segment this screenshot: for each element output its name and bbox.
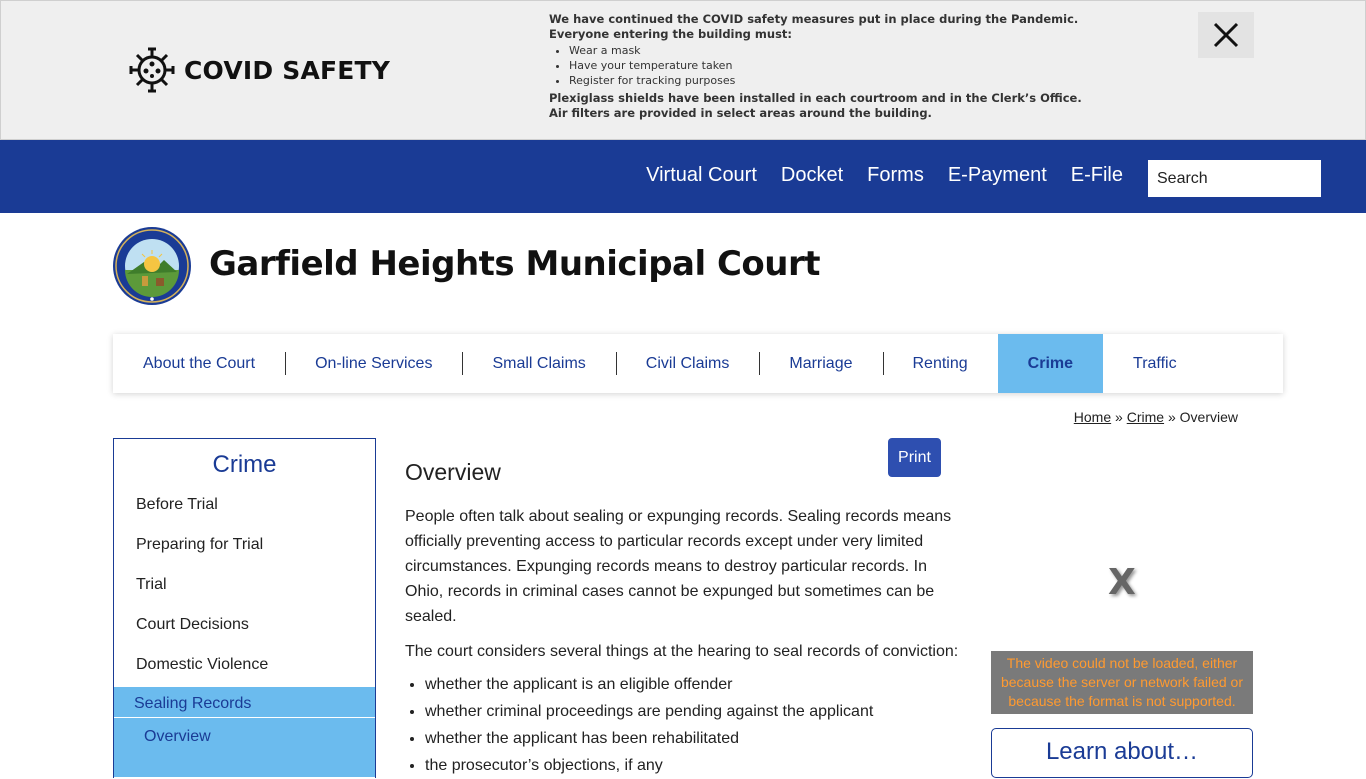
close-icon	[1213, 22, 1239, 48]
main-nav-crime[interactable]: Crime	[997, 334, 1104, 393]
virus-icon	[129, 47, 175, 93]
covid-intro-2: Everyone entering the building must:	[549, 27, 793, 41]
covid-logo: COVID SAFETY	[128, 46, 390, 94]
print-button[interactable]: Print	[888, 438, 941, 477]
learn-about-box: Learn about…	[991, 728, 1253, 778]
list-item: Wear a mask	[569, 43, 1109, 58]
sidebar-item-trial[interactable]: Trial	[114, 565, 375, 605]
covid-title: COVID SAFETY	[184, 55, 391, 85]
covid-note: Plexiglass shields have been installed i…	[549, 91, 1082, 105]
sidebar-item-sealing-records[interactable]: Sealing Records	[114, 687, 375, 717]
close-banner-button[interactable]	[1198, 12, 1254, 58]
sidebar-item-preparing-for-trial[interactable]: Preparing for Trial	[114, 525, 375, 565]
list-item: whether criminal proceedings are pending…	[425, 698, 965, 725]
content-paragraph: The court considers several things at th…	[405, 643, 959, 660]
video-error-icon: X	[1108, 562, 1136, 603]
main-nav-online-services[interactable]: On-line Services	[285, 334, 462, 393]
main-content: Print Overview People often talk about s…	[405, 438, 965, 779]
breadcrumb-crime-link[interactable]: Crime	[1127, 409, 1164, 425]
sidebar-submenu: Overview	[114, 717, 375, 777]
covid-intro: We have continued the COVID safety measu…	[549, 12, 1079, 26]
video-error-message: The video could not be loaded, either be…	[991, 651, 1253, 714]
covid-banner: COVID SAFETY We have continued the COVID…	[0, 0, 1366, 140]
sidebar-item-court-decisions[interactable]: Court Decisions	[114, 605, 375, 645]
main-nav-small-claims[interactable]: Small Claims	[462, 334, 615, 393]
main-nav-civil-claims[interactable]: Civil Claims	[615, 334, 760, 393]
criteria-list: whether the applicant is an eligible off…	[425, 671, 965, 779]
sidebar-subitem-overview[interactable]: Overview	[114, 718, 375, 756]
nav-link-docket[interactable]: Docket	[781, 164, 843, 187]
nav-link-e-file[interactable]: E-File	[1071, 164, 1123, 187]
breadcrumb-separator: »	[1115, 409, 1123, 425]
sidebar-title[interactable]: Crime	[114, 451, 375, 479]
nav-link-e-payment[interactable]: E-Payment	[948, 164, 1047, 187]
covid-notice: We have continued the COVID safety measu…	[549, 12, 1109, 121]
list-item: the prosecutor’s objections, if any	[425, 752, 965, 779]
covid-note-2: Air filters are provided in select areas…	[549, 106, 932, 120]
covid-measures-list: Wear a mask Have your temperature taken …	[569, 43, 1109, 88]
breadcrumb-separator: »	[1167, 409, 1176, 425]
list-item: Register for tracking purposes	[569, 73, 1109, 88]
list-item: whether the applicant has been rehabilit…	[425, 725, 965, 752]
list-item: whether the applicant is an eligible off…	[425, 671, 965, 698]
search-input[interactable]	[1148, 160, 1321, 197]
nav-link-forms[interactable]: Forms	[867, 164, 924, 187]
main-nav-marriage[interactable]: Marriage	[759, 334, 882, 393]
main-nav-traffic[interactable]: Traffic	[1103, 334, 1207, 393]
content-paragraph: People often talk about sealing or expun…	[405, 508, 952, 625]
top-nav: Virtual Court Docket Forms E-Payment E-F…	[622, 164, 1123, 187]
main-nav-renting[interactable]: Renting	[882, 334, 998, 393]
sidebar-item-before-trial[interactable]: Before Trial	[114, 485, 375, 525]
main-nav: About the Court On-line Services Small C…	[113, 334, 1283, 393]
top-bar: Virtual Court Docket Forms E-Payment E-F…	[0, 140, 1366, 213]
list-item: Have your temperature taken	[569, 58, 1109, 73]
breadcrumb: Home » Crime » Overview	[1074, 409, 1238, 425]
sidebar-item-domestic-violence[interactable]: Domestic Violence	[114, 645, 375, 685]
ohio-seal-logo[interactable]	[112, 226, 192, 306]
content-heading: Overview	[405, 459, 501, 485]
sidebar: Crime Before Trial Preparing for Trial T…	[113, 438, 376, 778]
page-title: Garfield Heights Municipal Court	[209, 244, 821, 284]
nav-link-virtual-court[interactable]: Virtual Court	[646, 164, 757, 187]
breadcrumb-current: Overview	[1179, 409, 1238, 425]
breadcrumb-home-link[interactable]: Home	[1074, 409, 1111, 425]
main-nav-about-the-court[interactable]: About the Court	[113, 334, 285, 393]
